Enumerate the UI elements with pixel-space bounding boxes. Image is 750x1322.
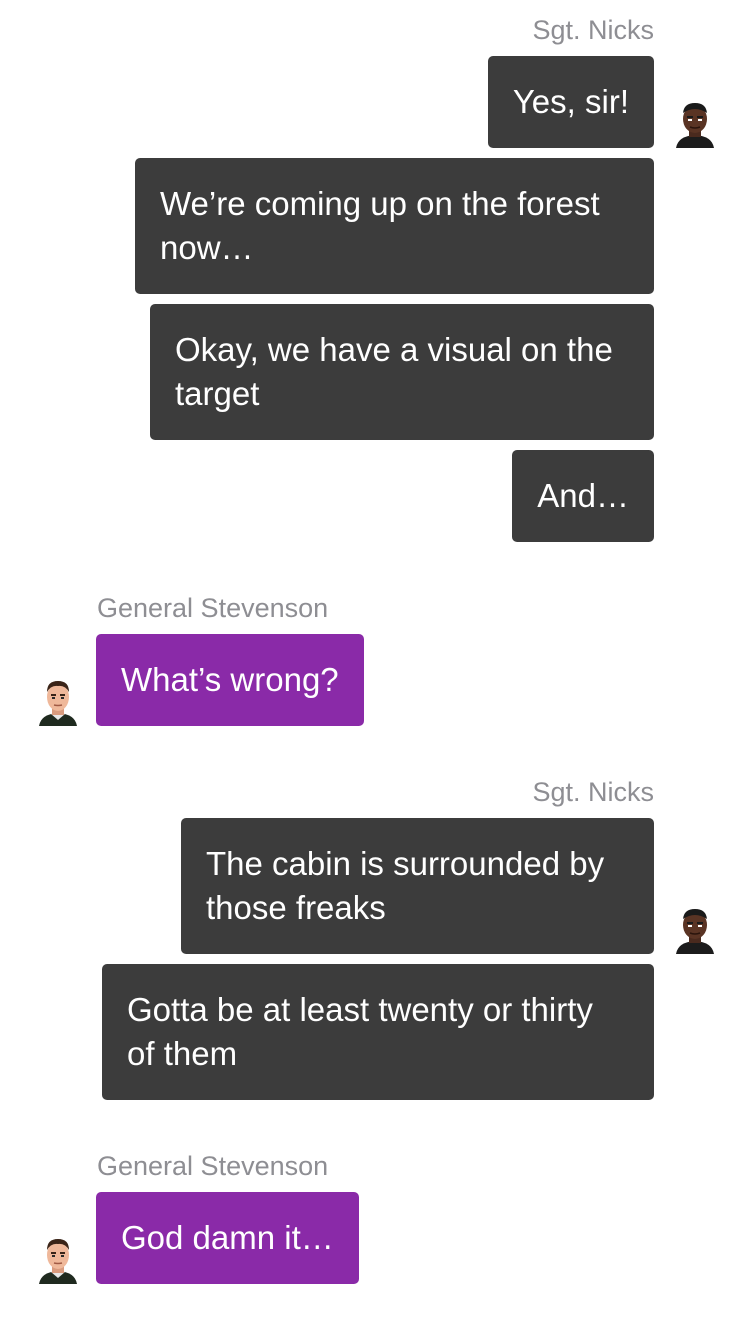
general-avatar-icon: [37, 1236, 79, 1284]
speaker-name: Sgt. Nicks: [532, 777, 654, 807]
soldier-avatar-icon: [674, 906, 716, 954]
soldier-avatar-icon: [674, 100, 716, 148]
message-bubble: We’re coming up on the forest now…: [135, 158, 654, 294]
message-bubble: And…: [512, 450, 654, 542]
message-bubble: God damn it…: [96, 1192, 359, 1284]
speaker-name: General Stevenson: [97, 1151, 329, 1181]
message-bubble: Gotta be at least twenty or thirty of th…: [102, 964, 654, 1100]
message-bubble: Yes, sir!: [487, 56, 654, 148]
speaker-name: General Stevenson: [97, 593, 329, 623]
speaker-name: Sgt. Nicks: [532, 15, 654, 45]
general-avatar-icon: [37, 678, 79, 726]
message-bubble: The cabin is surrounded by those freaks: [181, 818, 654, 954]
message-bubble: Okay, we have a visual on the target: [150, 304, 654, 440]
message-bubble: What’s wrong?: [96, 634, 364, 726]
